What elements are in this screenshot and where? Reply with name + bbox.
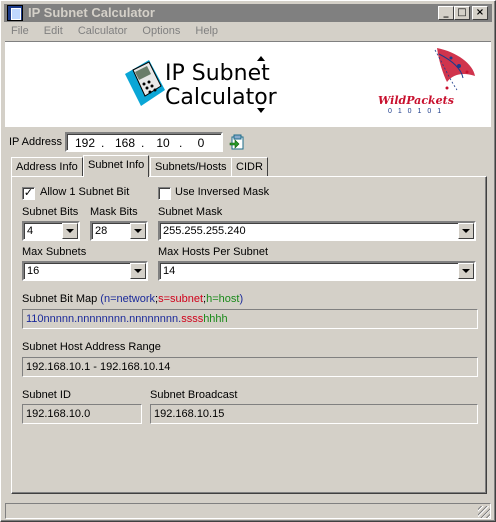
calculator-icon xyxy=(125,60,165,106)
subnet-mask-value: 255.255.255.240 xyxy=(163,225,246,237)
ip-address-label: IP Address xyxy=(9,136,62,148)
wildpackets-logo-bits: 0 1 0 1 0 1 xyxy=(388,108,444,115)
use-inversed-mask-label: Use Inversed Mask xyxy=(175,186,270,198)
host-range-label: Subnet Host Address Range xyxy=(22,341,161,353)
status-pane xyxy=(5,503,491,519)
close-button[interactable]: × xyxy=(472,6,488,20)
subnet-id-label: Subnet ID xyxy=(22,389,71,401)
ip-octet-4[interactable]: 0 xyxy=(187,136,215,150)
ip-octet-1[interactable]: 192 xyxy=(71,136,99,150)
chevron-down-icon[interactable] xyxy=(62,223,78,239)
subnet-mask-label: Subnet Mask xyxy=(158,206,223,218)
ip-dot: . xyxy=(101,136,105,150)
allow-1-subnet-bit-label: Allow 1 Subnet Bit xyxy=(40,186,130,198)
menu-bar: File Edit Calculator Options Help xyxy=(5,23,224,41)
max-hosts-value: 14 xyxy=(163,265,176,277)
mask-bits-label: Mask Bits xyxy=(90,206,138,218)
subnet-bit-map-field: 110nnnnn.nnnnnnnn.nnnnnnnn.sssshhhh xyxy=(22,309,478,329)
allow-1-subnet-bit-checkbox[interactable]: ✓ xyxy=(22,187,35,200)
copy-to-clipboard-icon[interactable] xyxy=(229,134,245,150)
tab-subnets-hosts[interactable]: Subnets/Hosts xyxy=(150,157,232,177)
subnet-broadcast-field: 192.168.10.15 xyxy=(150,404,478,424)
subnet-bits-select[interactable]: 4 xyxy=(22,221,80,241)
arrow-up-icon xyxy=(257,56,265,61)
wildpackets-logo-text: WildPackets xyxy=(378,94,454,107)
banner-title-line1: IP Subnet xyxy=(165,61,270,86)
maximize-button[interactable]: □ xyxy=(454,6,470,20)
subnet-id-field: 192.168.10.0 xyxy=(22,404,142,424)
subnet-info-panel: ✓ Allow 1 Subnet Bit Use Inversed Mask S… xyxy=(11,176,487,494)
chevron-down-icon[interactable] xyxy=(458,223,474,239)
ip-address-field[interactable]: 192 . 168 . 10 . 0 xyxy=(65,132,223,152)
max-hosts-select[interactable]: 14 xyxy=(158,261,476,281)
max-subnets-select[interactable]: 16 xyxy=(22,261,148,281)
max-hosts-label: Max Hosts Per Subnet xyxy=(158,246,269,258)
legend-close: ) xyxy=(239,293,244,305)
chevron-down-icon[interactable] xyxy=(130,223,146,239)
resize-grip-icon[interactable] xyxy=(478,506,490,518)
menu-help[interactable]: Help xyxy=(189,23,224,39)
bitmap-host-bits: hhhh xyxy=(203,313,228,325)
ip-dot: . xyxy=(141,136,145,150)
banner: IP Subnet Calculator WildPackets 0 1 0 1… xyxy=(5,41,491,127)
tab-address-info[interactable]: Address Info xyxy=(11,157,83,177)
ip-octet-3[interactable]: 10 xyxy=(149,136,177,150)
mask-bits-select[interactable]: 28 xyxy=(90,221,148,241)
ip-octet-2[interactable]: 168 xyxy=(111,136,139,150)
banner-title-line2: Calculator xyxy=(165,85,277,110)
menu-edit[interactable]: Edit xyxy=(38,23,69,39)
chevron-down-icon[interactable] xyxy=(130,263,146,279)
subnet-mask-select[interactable]: 255.255.255.240 xyxy=(158,221,476,241)
banner-title: IP Subnet Calculator xyxy=(165,62,277,110)
window-title: IP Subnet Calculator xyxy=(28,5,155,20)
tab-subnet-info[interactable]: Subnet Info xyxy=(83,155,150,177)
menu-file[interactable]: File xyxy=(5,23,35,39)
chevron-down-icon[interactable] xyxy=(458,263,474,279)
mask-bits-value: 28 xyxy=(95,225,108,237)
status-bar xyxy=(5,501,491,519)
app-icon[interactable] xyxy=(7,5,23,21)
subnet-broadcast-label: Subnet Broadcast xyxy=(150,389,238,401)
max-subnets-value: 16 xyxy=(27,265,40,277)
subnet-bits-value: 4 xyxy=(27,225,34,237)
tab-cidr[interactable]: CIDR xyxy=(231,157,268,177)
subnet-bit-map-title: Subnet Bit Map xyxy=(22,293,98,305)
legend-subnet: s=subnet xyxy=(158,293,204,305)
host-range-field: 192.168.10.1 - 192.168.10.14 xyxy=(22,357,478,377)
subnet-bits-label: Subnet Bits xyxy=(22,206,79,218)
bitmap-subnet-bits: ssss xyxy=(181,313,204,325)
arrow-down-icon xyxy=(257,108,265,113)
menu-options[interactable]: Options xyxy=(136,23,186,39)
subnet-bit-map-label: Subnet Bit Map (n=network;s=subnet;h=hos… xyxy=(22,293,243,305)
legend-host: h=host xyxy=(206,293,240,305)
legend-network: n=network xyxy=(103,293,156,305)
app-window: IP Subnet Calculator _ □ × File Edit Cal… xyxy=(0,0,496,522)
bitmap-network-bits: 110nnnnn.nnnnnnnn.nnnnnnnn. xyxy=(26,313,182,325)
use-inversed-mask-checkbox[interactable] xyxy=(158,187,171,200)
minimize-button[interactable]: _ xyxy=(438,6,454,20)
title-bar[interactable]: IP Subnet Calculator _ □ × xyxy=(4,4,492,22)
ip-dot: . xyxy=(179,136,183,150)
menu-calculator[interactable]: Calculator xyxy=(72,23,134,39)
max-subnets-label: Max Subnets xyxy=(22,246,87,258)
